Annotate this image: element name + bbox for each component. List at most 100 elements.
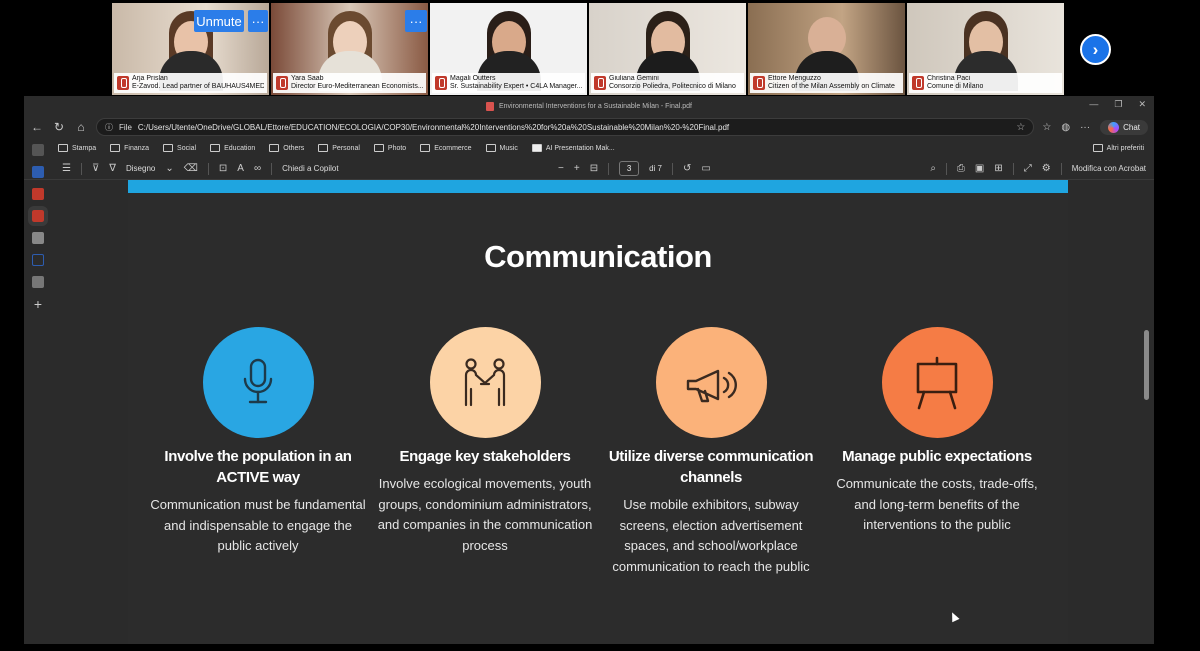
back-arrow-icon[interactable]: ←	[30, 120, 44, 134]
tab-actions-icon[interactable]	[32, 144, 44, 156]
chevron-down-icon[interactable]: ⌄	[165, 163, 173, 174]
bookmark-folder[interactable]: Personal	[318, 144, 360, 152]
column-title: Manage public expectations	[842, 448, 1032, 465]
contents-icon[interactable]: ☰	[62, 163, 71, 174]
minimize-icon[interactable]: —	[1089, 99, 1098, 110]
home-icon[interactable]: ⌂	[74, 120, 88, 134]
other-bookmarks[interactable]: Altri preferiti	[1092, 144, 1144, 152]
draw-icon[interactable]: ∇	[109, 163, 116, 174]
more-menu-icon[interactable]: ···	[1080, 122, 1090, 133]
favorites-icon[interactable]: ☆	[1042, 122, 1051, 133]
participant-role: Sr. Sustainability Expert • C4LA Manager…	[450, 83, 582, 90]
pdf-app-icon[interactable]	[28, 206, 48, 226]
participant-tile[interactable]: Christina Paci Comune di Milano	[907, 3, 1064, 95]
app-icon[interactable]	[32, 232, 44, 244]
read-aloud-icon[interactable]: A	[237, 163, 244, 174]
column-text: Use mobile exhibitors, subway screens, e…	[612, 497, 810, 574]
bookmark-folder[interactable]: Social	[163, 144, 196, 152]
participant-name: Christina Paci	[927, 75, 971, 82]
participant-tile-speaking[interactable]: Ettore Menguzzo Citizen of the Milan Asse…	[748, 3, 905, 95]
save-icon[interactable]: ▣	[975, 163, 984, 174]
bookmark-print[interactable]: Stampa	[58, 144, 96, 152]
settings-icon[interactable]: ⚙	[1042, 163, 1051, 174]
bookmark-folder[interactable]: Photo	[373, 144, 406, 152]
participant-role: E-Zavod. Lead partner of BAUHAUS4MED	[132, 83, 264, 90]
search-icon[interactable]: ⌕	[930, 163, 936, 174]
bookmark-folder[interactable]: Others	[269, 144, 304, 152]
participant-namebar: Ettore Menguzzo Citizen of the Milan Asse…	[750, 73, 903, 93]
communication-column: Manage public expectations Communicate t…	[827, 327, 1047, 536]
folder-icon	[163, 144, 174, 152]
bookmark-folder[interactable]: Education	[210, 144, 255, 152]
print-icon[interactable]: ⎙	[957, 163, 965, 174]
favorite-star-icon[interactable]: ☆	[1016, 122, 1025, 133]
highlight-icon[interactable]: ⊽	[92, 163, 99, 174]
fit-page-icon[interactable]: ⊟	[590, 163, 598, 174]
restore-icon[interactable]: ❐	[1114, 99, 1122, 110]
folder-icon	[420, 144, 431, 152]
participant-tile[interactable]: Giuliana Gemini Consorzio Poliedra, Polit…	[589, 3, 746, 95]
site-icon	[531, 144, 542, 152]
fullscreen-icon[interactable]: ⤢	[1024, 163, 1032, 174]
page-number-input[interactable]: 3	[619, 161, 640, 176]
bookmark-folder[interactable]: Finanza	[110, 144, 149, 152]
add-icon[interactable]: +	[34, 297, 42, 311]
browser-sidebar: +	[24, 136, 52, 644]
eraser-icon[interactable]: ⌫	[184, 163, 198, 174]
app-icon[interactable]	[32, 188, 44, 200]
save-as-icon[interactable]: ⊞	[994, 163, 1002, 174]
refresh-icon[interactable]: ↻	[52, 120, 66, 134]
app-icon[interactable]	[32, 276, 44, 288]
muted-mic-icon	[594, 76, 606, 90]
address-bar[interactable]: ⓘ File C:/Users/Utente/OneDrive/GLOBAL/E…	[96, 118, 1035, 136]
bookmark-folder[interactable]: Ecommerce	[420, 144, 472, 152]
url-text[interactable]: C:/Users/Utente/OneDrive/GLOBAL/Ettore/E…	[138, 123, 1011, 132]
bookmark-folder[interactable]: Music	[485, 144, 518, 152]
draw-label[interactable]: Disegno	[126, 164, 155, 173]
app-icon[interactable]	[32, 166, 44, 178]
title-bar: Environmental Interventions for a Sustai…	[24, 96, 1154, 116]
close-icon[interactable]: ✕	[1138, 99, 1146, 110]
vertical-scrollbar[interactable]	[1144, 330, 1149, 400]
participant-tile[interactable]: ··· Yara Saab Director Euro-Mediterranean…	[271, 3, 428, 95]
microphone-icon	[202, 327, 314, 438]
edit-with-acrobat-button[interactable]: Modifica con Acrobat	[1072, 164, 1146, 173]
slide-title: Communication	[484, 239, 712, 274]
info-icon[interactable]: ⓘ	[105, 122, 113, 133]
participant-tile[interactable]: Magali Outters Sr. Sustainability Expert …	[430, 3, 587, 95]
participant-role: Citizen of the Milan Assembly on Climate	[768, 83, 895, 90]
copilot-chat-button[interactable]: Chat	[1100, 119, 1148, 135]
communication-column: Engage key stakeholders Involve ecologic…	[375, 327, 595, 556]
muted-mic-icon	[912, 76, 924, 90]
megaphone-icon	[655, 327, 767, 438]
zoom-in-icon[interactable]: +	[574, 163, 580, 174]
muted-mic-icon	[276, 76, 288, 90]
page-view-icon[interactable]: ▭	[701, 163, 710, 174]
unmute-button[interactable]: Unmute	[194, 10, 244, 32]
text-box-icon[interactable]: ⊡	[219, 163, 227, 174]
participant-role: Consorzio Poliedra, Politecnico di Milan…	[609, 83, 736, 90]
more-options-button[interactable]: ···	[405, 10, 427, 32]
pdf-slide: Communication Involve the population in …	[128, 180, 1068, 644]
ask-copilot-button[interactable]: Chiedi a Copilot	[282, 164, 338, 173]
participant-namebar: Giuliana Gemini Consorzio Poliedra, Polit…	[591, 73, 744, 93]
document-title: Environmental Interventions for a Sustai…	[499, 102, 692, 110]
copilot-icon	[1108, 121, 1120, 133]
zoom-out-icon[interactable]: −	[558, 163, 564, 174]
pdf-file-icon	[486, 101, 494, 111]
participant-tile[interactable]: Unmute ··· Arja Prislan E-Zavod. Lead par…	[112, 3, 269, 95]
column-text: Communicate the costs, trade-offs, and l…	[836, 476, 1038, 532]
participant-name: Ettore Menguzzo	[768, 75, 821, 82]
profile-avatar[interactable]: ◍	[1061, 122, 1070, 133]
rotate-icon[interactable]: ↺	[683, 163, 691, 174]
more-options-button[interactable]: ···	[248, 10, 268, 32]
bookmark-link[interactable]: AI Presentation Mak...	[531, 144, 615, 152]
search-icon[interactable]	[32, 254, 44, 266]
folder-icon	[318, 144, 329, 152]
address-row: ← ↻ ⌂ ⓘ File C:/Users/Utente/OneDrive/GL…	[24, 116, 1154, 138]
chevron-right-icon[interactable]: ›	[1080, 34, 1111, 65]
participant-name: Magali Outters	[450, 75, 496, 82]
muted-mic-icon	[435, 76, 447, 90]
participant-name: Arja Prislan	[132, 75, 168, 82]
immersive-reader-icon[interactable]: ∞	[254, 163, 261, 174]
